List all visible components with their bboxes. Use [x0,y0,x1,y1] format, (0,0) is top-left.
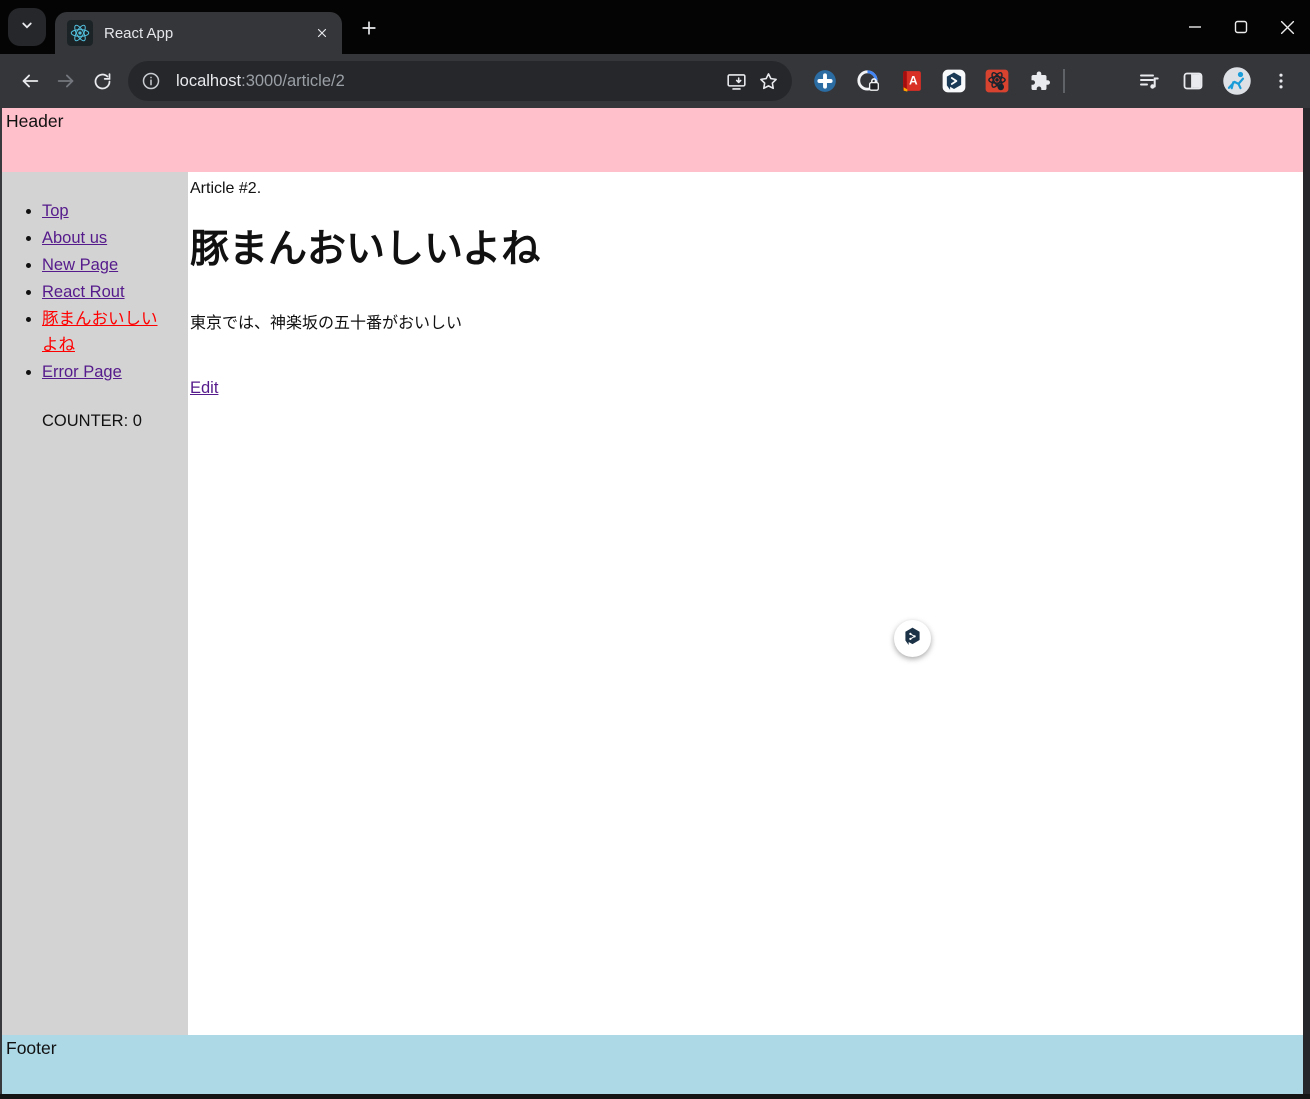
minimize-button[interactable] [1172,0,1218,54]
nav-item-error-page: Error Page [42,359,162,385]
profile-avatar[interactable] [1220,64,1254,98]
floating-extension-button[interactable] [894,620,931,657]
tab-title: React App [104,24,174,42]
nav-link-top[interactable]: Top [42,202,69,220]
titlebar: React App [0,0,1310,54]
sidebar: Top About us New Page React Rout 豚まんおいしい… [2,172,188,1035]
nav-link-react-rout[interactable]: React Rout [42,283,125,301]
ext-focus-timer-icon[interactable] [851,64,885,98]
app-header: Header [2,108,1303,172]
tab-close-icon[interactable] [310,21,334,45]
toolbar-separator [1063,69,1065,93]
browser-tab[interactable]: React App [55,12,342,54]
chevron-down-icon [18,16,36,39]
page-viewport: Header Top About us New Page React Rout … [0,108,1310,1094]
window-controls [1172,0,1310,54]
counter-label: COUNTER: 0 [42,412,142,430]
bookmark-star-icon[interactable] [752,65,784,97]
nav-list: Top About us New Page React Rout 豚まんおいしい… [2,198,188,385]
nav-link-new-page[interactable]: New Page [42,256,118,274]
ext-blue-plus-icon[interactable] [808,64,842,98]
side-panel-icon[interactable] [1176,64,1210,98]
install-app-icon[interactable] [720,65,752,97]
window-bottom-edge [0,1094,1310,1099]
main-content: Article #2. 豚まんおいしいよね 東京では、神楽坂の五十番がおいしい … [188,172,1303,1035]
reload-button[interactable] [84,63,120,99]
site-info-icon[interactable] [136,66,166,96]
footer-text: Footer [6,1038,57,1058]
app-footer: Footer [2,1035,1303,1094]
header-text: Header [6,111,64,131]
article-body-text: 東京では、神楽坂の五十番がおいしい [190,314,463,332]
toolbar-right-group [1132,64,1298,98]
nav-item-about: About us [42,225,162,251]
svg-text:A: A [908,74,917,88]
url-path: :3000/article/2 [241,71,345,90]
nav-link-butaman-active[interactable]: 豚まんおいしいよね [42,310,158,354]
browser-toolbar: localhost:3000/article/2 A [0,54,1310,108]
nav-item-top: Top [42,198,162,224]
ext-hex-chat-icon[interactable] [937,64,971,98]
extensions-puzzle-icon[interactable] [1023,64,1057,98]
nav-item-react-rout: React Rout [42,279,162,305]
address-bar[interactable]: localhost:3000/article/2 [128,61,792,101]
browser-window: React App localhost:3000/article/2 A Hea… [0,0,1310,1099]
url-host: localhost [176,71,242,90]
forward-button[interactable] [48,63,84,99]
nav-link-about[interactable]: About us [42,229,107,247]
article-title: 豚まんおいしいよね [190,228,541,271]
article-number: Article #2. [190,180,262,197]
new-tab-button[interactable] [352,11,386,45]
react-favicon-icon [67,20,93,46]
nav-link-error-page[interactable]: Error Page [42,363,122,381]
hexagon-chat-icon [901,625,924,653]
back-button[interactable] [12,63,48,99]
ext-dictionary-icon[interactable]: A [894,64,928,98]
nav-item-new-page: New Page [42,252,162,278]
close-window-button[interactable] [1264,0,1310,54]
nav-item-butaman: 豚まんおいしいよね [42,306,162,358]
maximize-button[interactable] [1218,0,1264,54]
extensions-area: A [808,64,1057,98]
edit-link[interactable]: Edit [190,379,218,398]
browser-menu-icon[interactable] [1264,64,1298,98]
url-text[interactable]: localhost:3000/article/2 [176,72,720,91]
app-body: Top About us New Page React Rout 豚まんおいしい… [2,172,1303,1035]
tab-search-button[interactable] [8,8,46,46]
media-controls-icon[interactable] [1132,64,1166,98]
ext-react-devtools-icon[interactable] [980,64,1014,98]
